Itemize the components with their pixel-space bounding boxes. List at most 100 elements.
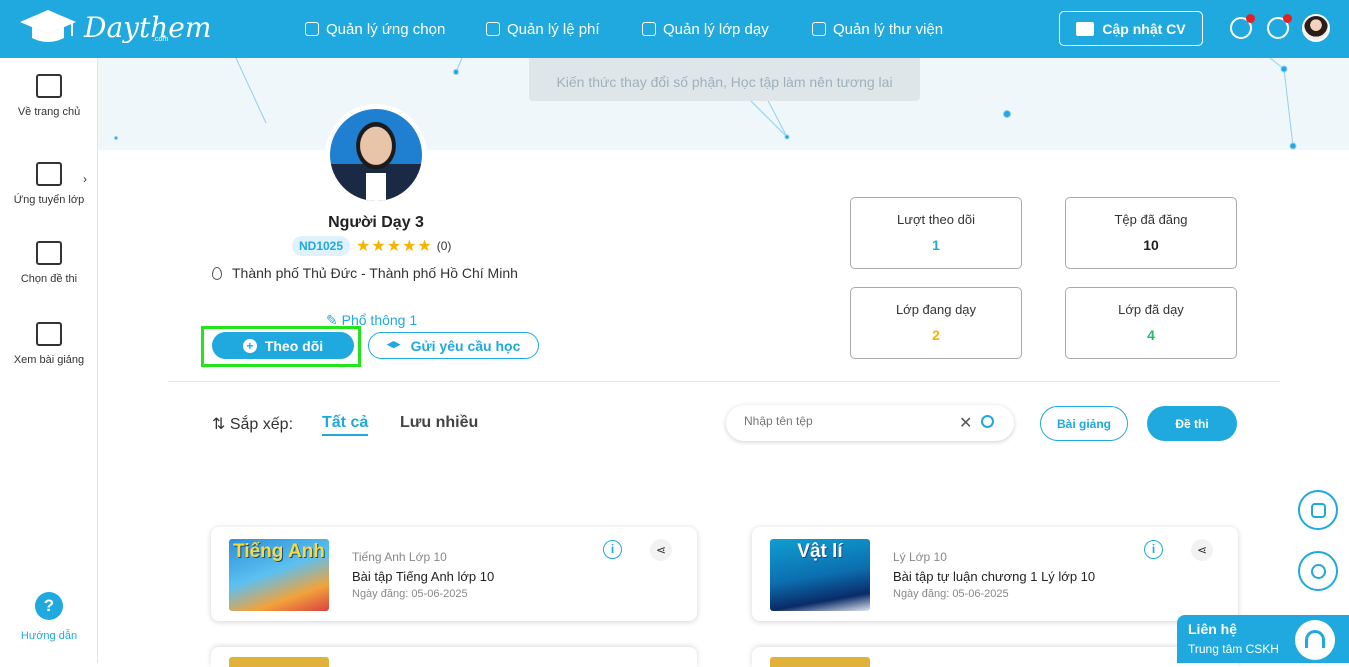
tab-most-saved[interactable]: Lưu nhiều	[400, 414, 478, 432]
group-icon	[36, 162, 62, 186]
document-search-icon	[36, 322, 62, 346]
stat-label: Tệp đã đăng	[1114, 212, 1188, 227]
file-date: Ngày đăng: 05-06-2025	[352, 588, 468, 600]
sidebar-item-label: Ứng tuyển lớp	[13, 194, 85, 206]
nav-class-management[interactable]: Quản lý lớp dạy	[642, 0, 769, 58]
update-cv-button[interactable]: Cập nhật CV	[1059, 11, 1203, 46]
chat-notification-dot	[1246, 14, 1255, 23]
nav-candidate-management[interactable]: Quản lý ứng chọn	[305, 0, 445, 58]
phone-float-button[interactable]	[1298, 551, 1338, 591]
rating-count: (0)	[436, 239, 452, 253]
bell-icon[interactable]	[1267, 14, 1292, 39]
stat-classes-taught: Lớp đã dạy 4	[1065, 287, 1237, 359]
profile-photo	[325, 104, 427, 206]
search-box: ✕	[726, 405, 1014, 441]
stat-value: 2	[932, 327, 940, 343]
info-icon[interactable]: i	[603, 540, 622, 559]
sidebar-item-label: Xem bài giảng	[13, 354, 85, 366]
file-title: Bài tập Tiếng Anh lớp 10	[352, 569, 495, 584]
file-category: Lý Lớp 10	[893, 550, 947, 564]
contact-support-widget[interactable]: Liên hệ Trung tâm CSKH	[1177, 615, 1349, 663]
stat-value: 10	[1143, 237, 1159, 253]
sidebar-item-view-lectures[interactable]: Xem bài giảng	[0, 322, 98, 366]
teacher-name: Người Dạy 3	[328, 214, 424, 231]
star-rating-icon: ★★★★★	[356, 238, 433, 255]
stat-followers: Lượt theo dõi 1	[850, 197, 1022, 269]
clear-icon[interactable]: ✕	[959, 413, 972, 433]
share-icon[interactable]: ⋖	[1191, 539, 1213, 561]
sidebar-item-label: Về trang chủ	[17, 106, 81, 118]
tab-all[interactable]: Tất cả	[322, 414, 369, 436]
stat-classes-teaching: Lớp đang dạy 2	[850, 287, 1022, 359]
logo[interactable]: Daythem	[18, 8, 211, 46]
contact-subtitle: Trung tâm CSKH	[1188, 642, 1279, 656]
database-icon	[1311, 503, 1326, 518]
help-label: Hướng dẫn	[20, 630, 78, 642]
thumbnail-title: Tiếng Anh	[233, 541, 325, 562]
logo-subtext: .com	[153, 36, 169, 43]
home-icon	[36, 74, 62, 98]
sidebar-item-label: Chọn đề thi	[20, 273, 78, 285]
slogan-text: Kiến thức thay đổi số phận, Học tập làm …	[556, 74, 893, 90]
file-thumbnail: Vật lí	[770, 539, 870, 611]
nav-label: Quản lý ứng chọn	[326, 20, 446, 38]
location-text: Thành phố Thủ Đức - Thành phố Hồ Chí Min…	[232, 265, 518, 281]
profile-banner: Kiến thức thay đổi số phận, Học tập làm …	[98, 58, 1349, 150]
thumbnail-title: Vật lí	[797, 541, 843, 562]
focus-highlight	[201, 326, 361, 367]
help-button[interactable]: ? Hướng dẫn	[0, 592, 98, 642]
document-float-button[interactable]	[1298, 490, 1338, 530]
info-icon[interactable]: i	[1144, 540, 1163, 559]
stat-label: Lượt theo dõi	[897, 212, 975, 227]
file-title: Bài tập tự luận chương 1 Lý lớp 10	[893, 569, 1096, 584]
file-card[interactable]: Tiếng Anh Tiếng Anh Lớp 10 Bài tập Tiếng…	[211, 527, 697, 621]
location-pin-icon	[212, 266, 222, 280]
logo-text: Daythem	[84, 10, 212, 44]
rating-row: ND1025 ★★★★★ (0)	[292, 236, 451, 256]
sidebar-item-home[interactable]: Về trang chủ	[0, 74, 98, 118]
search-input[interactable]	[744, 414, 954, 428]
chevron-right-icon[interactable]: ›	[83, 172, 87, 186]
users-icon	[305, 22, 319, 36]
sidebar-item-choose-exam[interactable]: Chọn đề thi	[0, 241, 98, 285]
stat-label: Lớp đã dạy	[1118, 302, 1184, 317]
phone-icon	[1311, 564, 1326, 579]
stat-files-posted: Tệp đã đăng 10	[1065, 197, 1237, 269]
nav-library-management[interactable]: Quản lý thư viện	[812, 0, 943, 58]
file-card-partial[interactable]	[752, 647, 1238, 667]
file-card[interactable]: Vật lí Lý Lớp 10 Bài tập tự luận chương …	[752, 527, 1238, 621]
section-divider	[168, 381, 1280, 382]
file-date: Ngày đăng: 05-06-2025	[893, 588, 1009, 600]
slogan-box: Kiến thức thay đổi số phận, Học tập làm …	[529, 58, 920, 101]
file-card-partial[interactable]	[211, 647, 697, 667]
teacher-code-badge: ND1025	[292, 236, 351, 256]
graduation-cap-icon	[386, 341, 401, 349]
chat-icon[interactable]	[1230, 14, 1255, 39]
briefcase-icon	[1076, 21, 1095, 36]
bell-notification-dot	[1283, 14, 1292, 23]
nav-fee-management[interactable]: Quản lý lệ phí	[486, 0, 600, 58]
nav-label: Quản lý lệ phí	[507, 20, 600, 38]
location: Thành phố Thủ Đức - Thành phố Hồ Chí Min…	[212, 265, 518, 281]
headset-icon	[1295, 620, 1335, 660]
lecture-filter-button[interactable]: Bài giảng	[1040, 406, 1128, 441]
contact-title: Liên hệ	[1188, 621, 1238, 637]
list-icon	[36, 241, 62, 265]
monitor-icon	[642, 22, 656, 36]
folder-icon	[812, 22, 826, 36]
file-category: Tiếng Anh Lớp 10	[352, 550, 447, 564]
request-label: Gửi yêu cầu học	[410, 337, 521, 354]
user-avatar[interactable]	[1302, 14, 1330, 42]
share-icon[interactable]: ⋖	[650, 539, 672, 561]
stat-value: 1	[932, 237, 940, 253]
sort-label: ⇅ Sắp xếp:	[212, 416, 294, 433]
exam-filter-button[interactable]: Đề thi	[1147, 406, 1237, 441]
stat-label: Lớp đang dạy	[895, 302, 977, 317]
nav-label: Quản lý lớp dạy	[663, 20, 769, 38]
search-icon[interactable]	[981, 415, 994, 428]
stat-value: 4	[1147, 327, 1155, 343]
help-icon: ?	[35, 592, 63, 620]
fee-icon	[486, 22, 500, 36]
top-navigation-bar: Daythem .com Quản lý ứng chọn Quản lý lệ…	[0, 0, 1349, 58]
send-request-button[interactable]: Gửi yêu cầu học	[368, 332, 539, 359]
